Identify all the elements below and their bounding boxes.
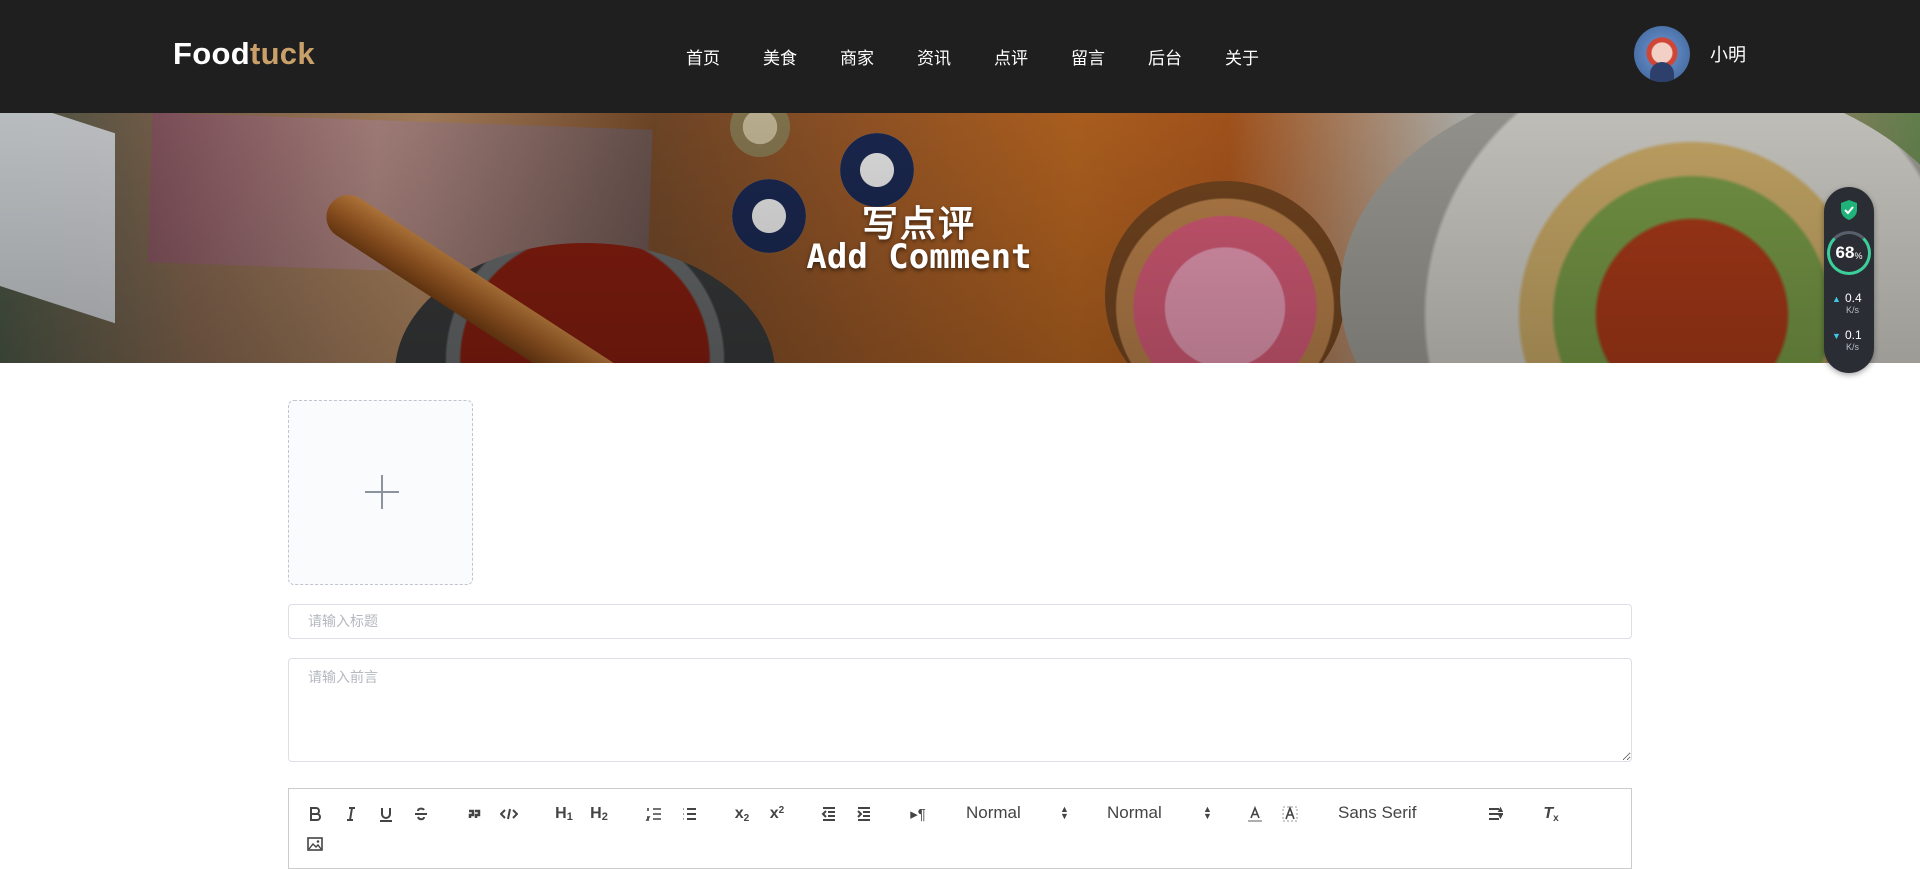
outdent-icon[interactable] [818,803,840,825]
nav-item-reviews[interactable]: 点评 [994,44,1028,69]
hero-banner: 写点评 Add Comment [0,113,1920,363]
strikethrough-icon[interactable] [410,803,432,825]
arrow-down-icon: ▼ [1832,331,1841,341]
arrow-up-icon: ▲ [1832,294,1841,304]
clear-format-icon[interactable]: Tx [1540,803,1562,825]
underline-icon[interactable] [375,803,397,825]
shield-check-icon [1841,200,1857,220]
site-logo[interactable]: Foodtuck [173,36,315,72]
username[interactable]: 小明 [1710,41,1746,67]
title-input[interactable] [288,604,1632,639]
align-left-icon[interactable] [1485,803,1507,825]
usage-gauge: 68% [1827,231,1871,275]
banner-title-en: Add Comment [806,237,1032,277]
main-nav: 首页 美食 商家 资讯 点评 留言 后台 关于 [686,44,1302,69]
intro-textarea[interactable] [288,658,1632,762]
chevron-updown-icon: ▲ ▼ [1060,804,1069,821]
bullet-list-icon[interactable] [678,803,700,825]
usage-percent: 68 [1835,243,1855,262]
header-select[interactable]: Normal ▲ ▼ [966,803,1076,825]
nav-item-admin[interactable]: 后台 [1148,44,1182,69]
italic-icon[interactable] [340,803,362,825]
top-navbar: Foodtuck 首页 美食 商家 资讯 点评 留言 后台 关于 小明 [0,0,1920,113]
header-2-icon[interactable]: H2 [586,803,612,825]
subscript-icon[interactable]: x2 [730,803,754,825]
user-menu[interactable]: 小明 [1634,26,1746,82]
chevron-updown-icon: ▲ ▼ [1203,804,1212,821]
text-color-icon[interactable] [1244,803,1266,825]
nav-item-messages[interactable]: 留言 [1071,44,1105,69]
text-direction-icon[interactable]: ▸¶ [907,803,929,825]
network-speed-widget[interactable]: 68% ▲ 0.4 K/s ▼ 0.1 K/s [1824,187,1874,373]
code-block-icon[interactable] [498,803,520,825]
size-select[interactable]: Normal ▲ ▼ [1107,803,1217,825]
nav-item-home[interactable]: 首页 [686,44,720,69]
nav-item-about[interactable]: 关于 [1225,44,1259,69]
ordered-list-icon[interactable] [643,803,665,825]
superscript-icon[interactable]: x2 [765,803,789,825]
bold-icon[interactable] [304,803,326,825]
nav-item-food[interactable]: 美食 [763,44,797,69]
indent-icon[interactable] [853,803,875,825]
avatar[interactable] [1634,26,1690,82]
editor-toolbar: H1 H2 x2 x2 ▸¶ Normal ▲ ▼ Normal ▲ ▼ Sans … [288,788,1632,869]
image-upload-area[interactable] [288,400,473,585]
blockquote-icon[interactable] [463,803,485,825]
background-color-icon[interactable] [1279,803,1301,825]
nav-item-news[interactable]: 资讯 [917,44,951,69]
header-1-icon[interactable]: H1 [551,803,577,825]
font-family-select[interactable]: Sans Serif ▲ ▼ [1338,803,1505,825]
image-icon[interactable] [304,833,326,855]
plus-icon [365,475,399,509]
nav-item-merchants[interactable]: 商家 [840,44,874,69]
